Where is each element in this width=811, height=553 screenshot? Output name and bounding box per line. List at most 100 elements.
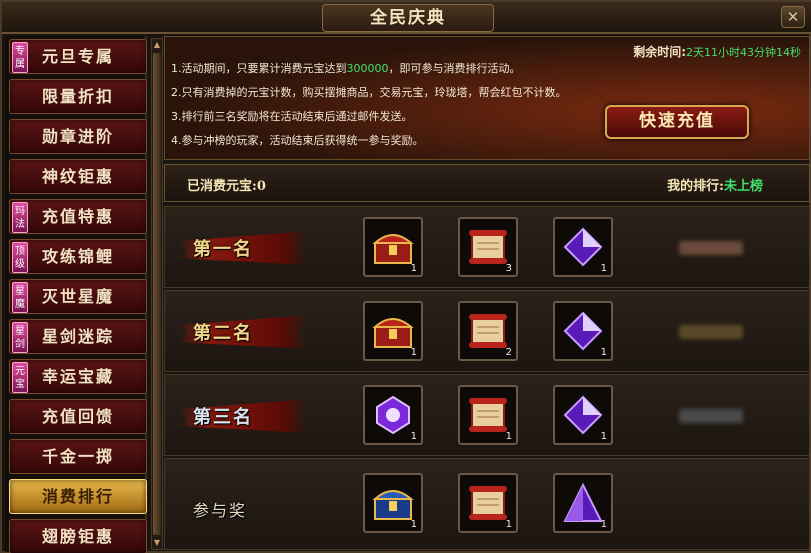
blue-gold-chest-icon	[372, 490, 414, 520]
sidebar-badge: 玛法	[12, 202, 28, 233]
sidebar-item-label: 充值特惠	[41, 207, 114, 226]
item-quantity: 1	[410, 263, 417, 274]
sidebar-item-limited-discount[interactable]: 限量折扣	[9, 79, 147, 114]
rule-1-amount: 300000	[346, 62, 389, 75]
reward-slot[interactable]: 1	[363, 473, 423, 533]
sidebar-item-label: 灭世星魔	[41, 287, 114, 306]
reward-slot[interactable]: 1	[363, 217, 423, 277]
title-bar: 全民庆典 ✕	[2, 2, 811, 34]
reward-slot[interactable]: 1	[553, 301, 613, 361]
sidebar-badge: 星魔	[12, 282, 28, 313]
sidebar-item-label: 限量折扣	[41, 87, 114, 106]
hidden-player-name	[679, 409, 743, 423]
sidebar-item-label: 攻练锦鲤	[41, 247, 114, 266]
sidebar-item-wing-deals[interactable]: 翅膀钜惠	[9, 519, 147, 553]
sidebar: 元旦专属 专属 限量折扣 勋章进阶 神纹钜惠 充值特惠 玛法 攻练锦鲤 顶级 灭…	[5, 36, 147, 553]
spent-value: 0	[256, 179, 266, 194]
sidebar-item-label: 充值回馈	[41, 407, 114, 426]
reward-slot[interactable]: 1	[553, 385, 613, 445]
sidebar-badge: 专属	[12, 42, 28, 73]
sidebar-item-label: 消费排行	[41, 487, 114, 506]
sidebar-item-label: 勋章进阶	[41, 127, 114, 146]
reward-slot[interactable]: 2	[458, 301, 518, 361]
item-quantity: 1	[600, 263, 607, 274]
spent-label: 已消费元宝:	[187, 179, 257, 194]
item-quantity: 1	[600, 431, 607, 442]
hidden-player-name	[679, 241, 743, 255]
sidebar-item-star-sword[interactable]: 星剑迷踪 星剑	[9, 319, 147, 354]
countdown: 剩余时间:2天11小时43分钟14秒	[633, 43, 801, 60]
item-quantity: 2	[505, 347, 512, 358]
item-quantity: 3	[505, 263, 512, 274]
quick-recharge-button[interactable]: 快速充值	[605, 105, 749, 139]
rank-title: 参与奖	[193, 501, 248, 520]
status-bar: 已消费元宝:0 我的排行:未上榜	[164, 164, 810, 202]
rule-1-prefix: 1.活动期间，只要累计消费元宝达到	[171, 62, 347, 75]
window-title: 全民庆典	[322, 4, 494, 32]
rank-value: 未上榜	[723, 179, 763, 194]
item-quantity: 1	[410, 347, 417, 358]
item-quantity: 1	[505, 431, 512, 442]
rule-4: 4.参与冲榜的玩家，活动结束后获得统一参与奖励。	[171, 134, 424, 147]
scroll-icon	[469, 314, 507, 348]
rank-label: 我的排行:	[667, 179, 724, 194]
reward-row-first: 第一名 1 3 1	[164, 206, 810, 288]
scrollbar[interactable]: ▲ ▼	[151, 38, 163, 550]
sidebar-item-star-demon[interactable]: 灭世星魔 星魔	[9, 279, 147, 314]
item-quantity: 1	[600, 519, 607, 530]
countdown-label: 剩余时间:	[633, 45, 686, 59]
sidebar-item-label: 神纹钜惠	[41, 167, 114, 186]
item-quantity: 1	[410, 431, 417, 442]
hidden-player-name	[679, 325, 743, 339]
rank-title: 第一名	[193, 239, 253, 260]
sidebar-item-label: 千金一掷	[41, 447, 114, 466]
scroll-icon	[469, 230, 507, 264]
sidebar-item-big-spender[interactable]: 千金一掷	[9, 439, 147, 474]
sidebar-item-rune-deals[interactable]: 神纹钜惠	[9, 159, 147, 194]
scroll-up-icon[interactable]: ▲	[152, 39, 162, 51]
sidebar-item-label: 幸运宝藏	[41, 367, 114, 386]
rank-title: 第三名	[193, 407, 253, 428]
sidebar-item-recharge-rewards[interactable]: 充值回馈	[9, 399, 147, 434]
treasure-chest-icon	[372, 234, 414, 264]
rule-3: 3.排行前三名奖励将在活动结束后通过邮件发送。	[171, 110, 413, 123]
purple-crystal-icon	[563, 395, 603, 435]
purple-crystal-icon	[563, 311, 603, 351]
sidebar-item-label: 星剑迷踪	[41, 327, 114, 346]
sidebar-item-koi[interactable]: 攻练锦鲤 顶级	[9, 239, 147, 274]
scroll-icon	[469, 486, 507, 520]
reward-slot[interactable]: 1	[363, 385, 423, 445]
item-quantity: 1	[410, 519, 417, 530]
violet-gem-icon	[376, 395, 410, 435]
sidebar-badge: 元宝	[12, 362, 28, 393]
reward-slot[interactable]: 1	[458, 385, 518, 445]
sidebar-item-new-year-exclusive[interactable]: 元旦专属 专属	[9, 39, 147, 74]
rule-1: 1.活动期间，只要累计消费元宝达到300000，即可参与消费排行活动。	[171, 57, 567, 81]
sidebar-item-label: 翅膀钜惠	[41, 527, 114, 546]
scroll-thumb[interactable]	[153, 53, 161, 535]
treasure-chest-icon	[372, 318, 414, 348]
reward-row-participation: 参与奖 1 1 1	[164, 458, 810, 550]
sidebar-item-label: 元旦专属	[41, 47, 114, 66]
sidebar-item-lucky-treasure[interactable]: 幸运宝藏 元宝	[9, 359, 147, 394]
rank-title: 第二名	[193, 323, 253, 344]
sidebar-badge: 星剑	[12, 322, 28, 353]
reward-row-second: 第二名 1 2 1	[164, 290, 810, 372]
reward-row-third: 第三名 1 1 1	[164, 374, 810, 456]
sidebar-item-medal-advance[interactable]: 勋章进阶	[9, 119, 147, 154]
reward-slot[interactable]: 1	[553, 473, 613, 533]
scroll-icon	[469, 398, 507, 432]
rule-2: 2.只有消费掉的元宝计数，购买摆摊商品，交易元宝，玲珑塔，帮会红包不计数。	[171, 86, 567, 99]
sidebar-item-recharge-special[interactable]: 充值特惠 玛法	[9, 199, 147, 234]
reward-slot[interactable]: 1	[553, 217, 613, 277]
reward-slot[interactable]: 1	[458, 473, 518, 533]
item-quantity: 1	[600, 347, 607, 358]
close-button[interactable]: ✕	[781, 6, 805, 28]
reward-slot[interactable]: 3	[458, 217, 518, 277]
event-window: 全民庆典 ✕ 元旦专属 专属 限量折扣 勋章进阶 神纹钜惠 充值特惠 玛法 攻练…	[0, 0, 811, 553]
sidebar-item-spending-ranking[interactable]: 消费排行	[9, 479, 147, 514]
rules-list: 1.活动期间，只要累计消费元宝达到300000，即可参与消费排行活动。 2.只有…	[171, 57, 567, 153]
item-quantity: 1	[505, 519, 512, 530]
scroll-down-icon[interactable]: ▼	[152, 537, 162, 549]
reward-slot[interactable]: 1	[363, 301, 423, 361]
